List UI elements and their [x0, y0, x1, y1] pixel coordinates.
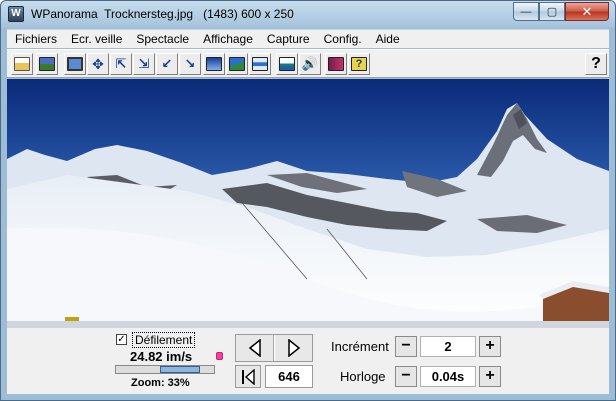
- skip-start-icon: [242, 368, 255, 385]
- clock-plus-button[interactable]: +: [479, 366, 501, 387]
- window-controls: — ▢ ✕: [513, 2, 609, 21]
- zoom-slider-thumb[interactable]: [160, 366, 200, 373]
- image-icon: [39, 57, 55, 71]
- maximize-button[interactable]: ▢: [539, 2, 565, 21]
- close-button[interactable]: ✕: [565, 2, 609, 21]
- zoom-readout: Zoom: 33%: [131, 377, 190, 389]
- fit-button[interactable]: [64, 53, 86, 75]
- expand-left-button[interactable]: ↙: [156, 53, 178, 75]
- expand-button[interactable]: ⇲: [133, 53, 155, 75]
- menu-spectacle[interactable]: Spectacle: [128, 30, 195, 49]
- scroll-label[interactable]: Défilement: [132, 332, 196, 348]
- book-icon: [328, 57, 344, 71]
- fit-icon: [67, 57, 83, 71]
- scroll-checkbox[interactable]: ✓: [116, 334, 127, 345]
- expand-left-icon: ↙: [161, 56, 173, 71]
- move-icon: ✥: [92, 55, 104, 72]
- sound-icon: 🔊: [301, 56, 319, 71]
- speed-readout: 24.82 im/s: [130, 349, 193, 364]
- left-triangle-icon: [248, 339, 261, 357]
- panorama-image[interactable]: [7, 79, 609, 328]
- increment-label: Incrément: [331, 339, 389, 354]
- help-book-button[interactable]: ?: [348, 53, 370, 75]
- increment-value[interactable]: 2: [420, 336, 476, 357]
- menu-ecr-veille[interactable]: Ecr. veille: [63, 30, 128, 49]
- shrink-icon: ⇱: [115, 56, 127, 71]
- move-button[interactable]: ✥: [87, 53, 109, 75]
- window-title: WPanorama Trocknersteg.jpg (1483) 600 x …: [31, 7, 294, 21]
- open-button[interactable]: [11, 53, 33, 75]
- image-button[interactable]: [36, 53, 58, 75]
- menu-capture[interactable]: Capture: [259, 30, 316, 49]
- app-icon: W: [8, 6, 24, 22]
- zoom-slider[interactable]: [115, 365, 215, 374]
- menu-bar: Fichiers Ecr. veille Spectacle Affichage…: [7, 29, 609, 48]
- control-panel: ✓ Défilement 24.82 im/s Zoom: 33% 646 In…: [7, 328, 609, 394]
- increment-minus-button[interactable]: −: [395, 336, 417, 357]
- book-button[interactable]: [325, 53, 347, 75]
- clock-minus-button[interactable]: −: [395, 366, 417, 387]
- bar-icon: [252, 57, 268, 71]
- increment-plus-button[interactable]: +: [479, 336, 501, 357]
- gradient-button[interactable]: [203, 53, 225, 75]
- gradient-icon: [206, 57, 222, 71]
- sea-icon: [279, 57, 295, 71]
- shrink-button[interactable]: ⇱: [110, 53, 132, 75]
- right-triangle-icon: [287, 339, 300, 357]
- help-book-icon: ?: [351, 57, 367, 71]
- bar-button[interactable]: [249, 53, 271, 75]
- clock-label: Horloge: [340, 369, 386, 384]
- menu-aide[interactable]: Aide: [368, 30, 406, 49]
- speed-icon: [216, 352, 223, 360]
- app-window: W WPanorama Trocknersteg.jpg (1483) 600 …: [0, 0, 616, 401]
- sea-button[interactable]: [276, 53, 298, 75]
- toolbar: ✥ ⇱ ⇲ ↙ ↘ 🔊 ? ?: [7, 49, 609, 78]
- playback-controls: [235, 334, 313, 362]
- menu-affichage[interactable]: Affichage: [195, 30, 259, 49]
- frame-counter: 646: [265, 365, 313, 388]
- panorama-scene: [7, 79, 609, 328]
- landscape-button[interactable]: [226, 53, 248, 75]
- next-button[interactable]: [274, 335, 312, 361]
- previous-button[interactable]: [236, 335, 274, 361]
- clock-value[interactable]: 0.04s: [420, 366, 476, 387]
- first-frame-button[interactable]: [235, 365, 261, 388]
- menu-fichiers[interactable]: Fichiers: [7, 30, 63, 49]
- open-icon: [14, 57, 30, 71]
- minimize-button[interactable]: —: [513, 2, 539, 21]
- expand-icon: ⇲: [138, 56, 150, 71]
- sound-button[interactable]: 🔊: [299, 53, 321, 75]
- menu-config[interactable]: Config.: [316, 30, 368, 49]
- landscape-icon: [229, 57, 245, 71]
- title-bar[interactable]: W WPanorama Trocknersteg.jpg (1483) 600 …: [1, 1, 615, 29]
- corner-icon: ↘: [184, 56, 196, 71]
- help-button[interactable]: ?: [585, 53, 607, 75]
- corner-button[interactable]: ↘: [179, 53, 201, 75]
